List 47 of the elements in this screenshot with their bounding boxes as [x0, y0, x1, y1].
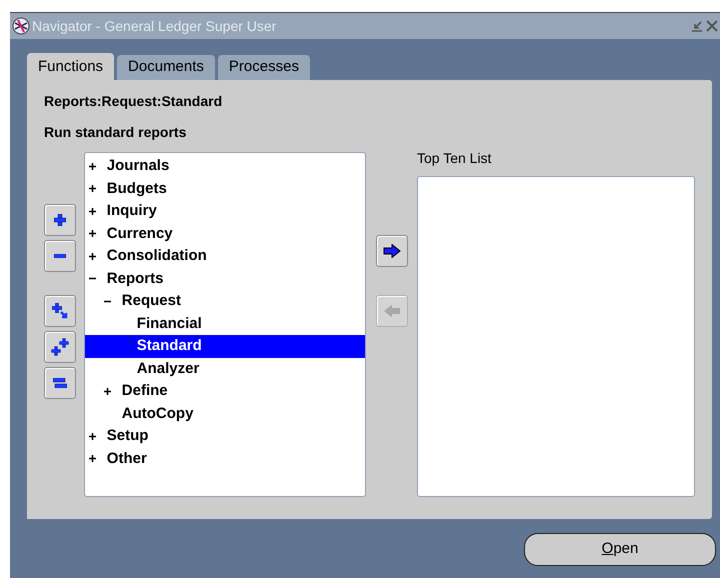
tree-item[interactable]: Consolidation: [84, 245, 366, 268]
tree-item[interactable]: Currency: [84, 222, 366, 245]
right-arrow-icon: [382, 244, 401, 258]
left-arrow-icon: [382, 304, 401, 318]
expand-icon[interactable]: [88, 252, 96, 260]
expand-branch-icon: [52, 303, 68, 319]
collapse-button[interactable]: [44, 240, 76, 272]
tab[interactable]: Documents: [117, 55, 215, 80]
tree-item[interactable]: Setup: [84, 425, 366, 448]
expand-icon[interactable]: [88, 455, 96, 462]
window-title: Navigator - General Ledger Super User: [32, 16, 276, 36]
tree-item[interactable]: Standard: [84, 335, 366, 358]
expand-branch-button[interactable]: [44, 295, 76, 327]
tree-item[interactable]: Define: [84, 380, 366, 402]
tab[interactable]: Functions: [27, 53, 114, 80]
tree-item[interactable]: Reports: [84, 268, 366, 290]
tree-item[interactable]: AutoCopy: [84, 402, 366, 425]
expand-icon: [54, 214, 66, 226]
expand-icon[interactable]: [88, 230, 96, 238]
expand-all-button[interactable]: [44, 331, 76, 363]
minimize-icon[interactable]: [691, 20, 703, 32]
function-path: Reports:Request:Standard: [44, 92, 224, 111]
tree-item[interactable]: Request: [84, 290, 366, 312]
tree-item[interactable]: Journals: [84, 155, 366, 178]
tree-item[interactable]: Financial: [84, 312, 366, 335]
tab[interactable]: Processes: [218, 55, 310, 80]
tree-item[interactable]: Analyzer: [84, 358, 366, 380]
expand-icon[interactable]: [88, 185, 96, 192]
tree-item[interactable]: Budgets: [84, 178, 366, 200]
expand-icon[interactable]: [104, 388, 111, 395]
top-ten-label: Top Ten List: [416, 149, 492, 168]
collapse-icon[interactable]: [88, 275, 96, 282]
expand-icon[interactable]: [88, 162, 96, 170]
collapse-all-icon: [53, 378, 67, 388]
expand-icon[interactable]: [88, 208, 96, 215]
expand-all-icon: [51, 338, 69, 356]
collapse-all-button[interactable]: [44, 367, 76, 399]
tree-item[interactable]: Inquiry: [84, 200, 366, 222]
expand-icon[interactable]: [88, 432, 96, 440]
app-logo-icon: [12, 17, 30, 35]
close-icon[interactable]: [706, 20, 718, 32]
open-button[interactable]: Open: [524, 533, 716, 566]
collapse-icon: [54, 254, 66, 258]
tree-item[interactable]: Other: [84, 448, 366, 470]
function-description: Run standard reports: [44, 123, 188, 142]
add-to-list-button[interactable]: [376, 235, 408, 267]
expand-button[interactable]: [44, 204, 76, 236]
